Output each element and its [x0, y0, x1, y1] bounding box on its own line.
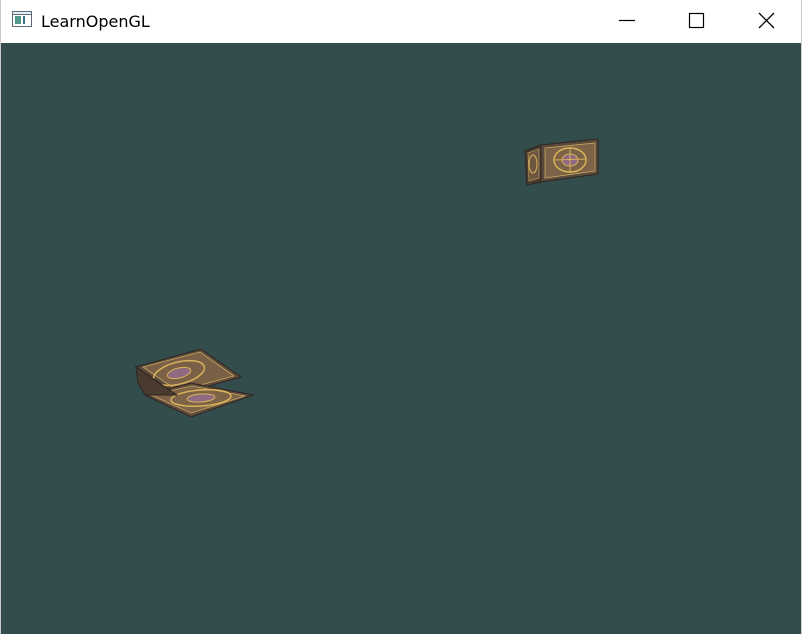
minimize-button[interactable] [604, 0, 650, 43]
maximize-button[interactable] [673, 0, 719, 43]
window-title: LearnOpenGL [41, 12, 150, 31]
maximize-icon [688, 12, 705, 29]
title-bar[interactable]: LearnOpenGL [1, 0, 801, 43]
app-window-icon [12, 11, 32, 27]
app-window: LearnOpenGL [0, 0, 802, 634]
opengl-scene [1, 43, 801, 634]
clear-color-background [1, 43, 801, 634]
render-viewport[interactable] [1, 43, 801, 634]
close-button[interactable] [743, 0, 789, 43]
close-icon [758, 12, 775, 29]
